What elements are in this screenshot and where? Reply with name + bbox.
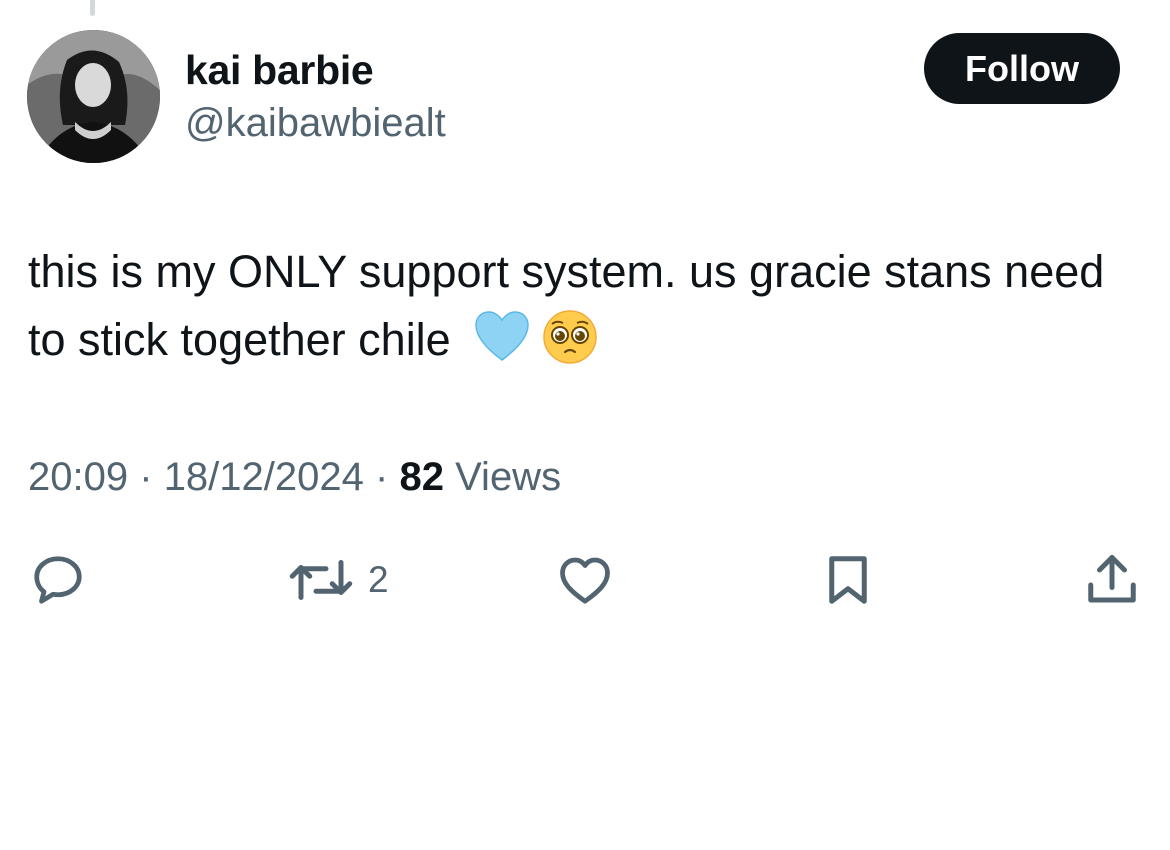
follow-button[interactable]: Follow	[924, 33, 1120, 104]
share-button[interactable]	[1082, 550, 1142, 610]
tweet-body: this is my ONLY support system. us graci…	[28, 238, 1138, 374]
tweet-date[interactable]: 18/12/2024	[164, 455, 364, 499]
tweet-time[interactable]: 20:09	[28, 455, 128, 499]
views-count: 82	[399, 455, 444, 499]
retweet-count: 2	[368, 559, 389, 600]
pleading-face-icon	[541, 308, 599, 366]
like-button[interactable]	[555, 550, 615, 610]
avatar[interactable]	[27, 30, 160, 163]
avatar-photo	[27, 30, 160, 163]
light-blue-heart-icon	[473, 308, 531, 366]
thread-connector-line	[90, 0, 95, 16]
tweet-metadata: 20:09 · 18/12/2024 · 82 Views	[28, 452, 561, 502]
meta-separator: ·	[139, 455, 153, 499]
author-display-name[interactable]: kai barbie	[185, 46, 374, 94]
retweet-button[interactable]: 2	[286, 550, 389, 610]
reply-button[interactable]	[28, 550, 88, 610]
meta-separator: ·	[375, 455, 389, 499]
retweet-icon	[289, 560, 353, 600]
author-handle[interactable]: @kaibawbiealt	[185, 100, 446, 146]
bookmark-icon	[829, 556, 867, 604]
share-icon	[1088, 555, 1136, 603]
heart-icon	[560, 557, 610, 604]
views-label: Views	[455, 455, 562, 499]
reply-icon	[34, 556, 82, 604]
bookmark-button[interactable]	[818, 550, 878, 610]
